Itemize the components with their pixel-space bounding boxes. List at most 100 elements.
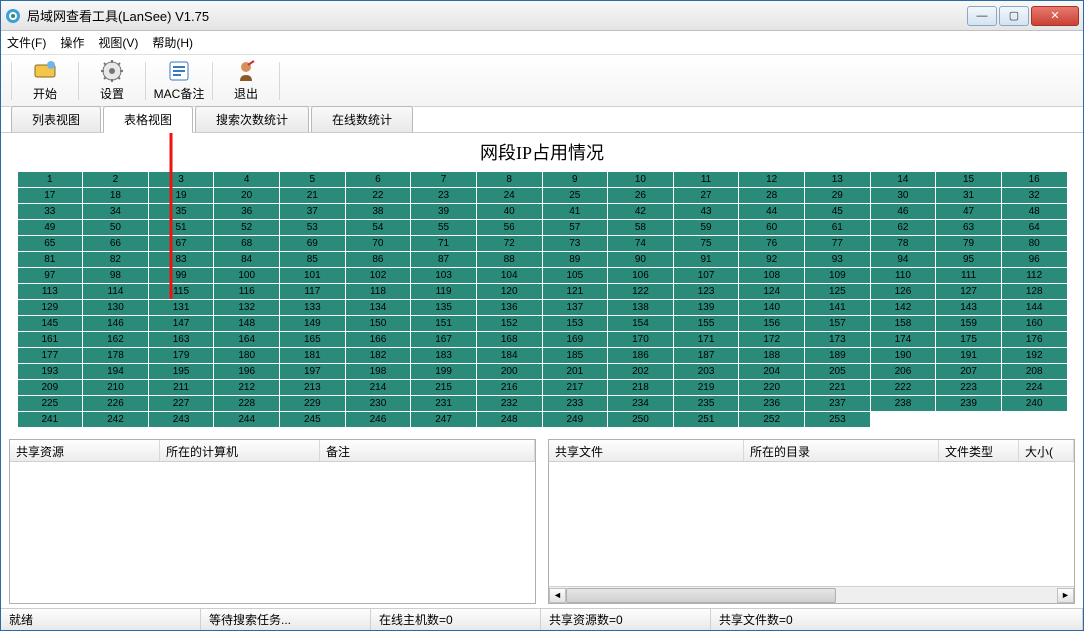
ip-cell[interactable]: 103 [411, 268, 476, 283]
ip-cell[interactable]: 47 [936, 204, 1001, 219]
ip-cell[interactable]: 9 [543, 172, 608, 187]
ip-cell[interactable]: 242 [83, 412, 148, 427]
ip-cell[interactable]: 52 [214, 220, 279, 235]
ip-cell[interactable]: 78 [871, 236, 936, 251]
ip-cell[interactable]: 37 [280, 204, 345, 219]
ip-cell[interactable]: 68 [214, 236, 279, 251]
ip-cell[interactable]: 159 [936, 316, 1001, 331]
ip-cell[interactable]: 44 [739, 204, 804, 219]
ip-cell[interactable]: 202 [608, 364, 673, 379]
tab-online-stats[interactable]: 在线数统计 [311, 106, 413, 132]
ip-cell[interactable]: 248 [477, 412, 542, 427]
ip-cell[interactable]: 93 [805, 252, 870, 267]
ip-cell[interactable]: 193 [18, 364, 83, 379]
ip-cell[interactable]: 43 [674, 204, 739, 219]
ip-cell[interactable]: 66 [83, 236, 148, 251]
ip-cell[interactable]: 146 [83, 316, 148, 331]
ip-cell[interactable]: 86 [346, 252, 411, 267]
ip-cell[interactable]: 222 [871, 380, 936, 395]
ip-cell[interactable]: 91 [674, 252, 739, 267]
ip-cell[interactable]: 195 [149, 364, 214, 379]
ip-cell[interactable]: 150 [346, 316, 411, 331]
ip-cell[interactable]: 24 [477, 188, 542, 203]
ip-cell[interactable]: 18 [83, 188, 148, 203]
tab-list-view[interactable]: 列表视图 [11, 106, 101, 132]
ip-cell[interactable]: 136 [477, 300, 542, 315]
ip-cell[interactable]: 253 [805, 412, 870, 427]
ip-cell[interactable]: 107 [674, 268, 739, 283]
ip-cell[interactable]: 181 [280, 348, 345, 363]
ip-cell[interactable]: 133 [280, 300, 345, 315]
ip-cell[interactable]: 38 [346, 204, 411, 219]
ip-cell[interactable]: 216 [477, 380, 542, 395]
ip-cell[interactable]: 125 [805, 284, 870, 299]
ip-cell[interactable]: 240 [1002, 396, 1067, 411]
ip-cell[interactable]: 118 [346, 284, 411, 299]
ip-cell[interactable]: 234 [608, 396, 673, 411]
ip-cell[interactable]: 177 [18, 348, 83, 363]
ip-cell[interactable]: 40 [477, 204, 542, 219]
ip-cell[interactable]: 154 [608, 316, 673, 331]
ip-cell[interactable]: 235 [674, 396, 739, 411]
ip-cell[interactable]: 108 [739, 268, 804, 283]
ip-cell[interactable]: 217 [543, 380, 608, 395]
ip-cell[interactable]: 83 [149, 252, 214, 267]
ip-cell[interactable]: 201 [543, 364, 608, 379]
ip-cell[interactable]: 172 [739, 332, 804, 347]
ip-cell[interactable]: 85 [280, 252, 345, 267]
ip-cell[interactable]: 245 [280, 412, 345, 427]
ip-cell[interactable]: 218 [608, 380, 673, 395]
tab-table-view[interactable]: 表格视图 [103, 106, 193, 133]
minimize-button[interactable]: — [967, 6, 997, 26]
ip-cell[interactable]: 2 [83, 172, 148, 187]
close-button[interactable]: ✕ [1031, 6, 1079, 26]
ip-cell[interactable]: 250 [608, 412, 673, 427]
ip-cell[interactable]: 20 [214, 188, 279, 203]
ip-cell[interactable]: 120 [477, 284, 542, 299]
ip-cell[interactable]: 135 [411, 300, 476, 315]
ip-cell[interactable]: 224 [1002, 380, 1067, 395]
ip-cell[interactable]: 54 [346, 220, 411, 235]
ip-cell[interactable]: 106 [608, 268, 673, 283]
ip-cell[interactable]: 126 [871, 284, 936, 299]
ip-cell[interactable]: 189 [805, 348, 870, 363]
ip-cell[interactable]: 17 [18, 188, 83, 203]
ip-cell[interactable]: 49 [18, 220, 83, 235]
ip-cell[interactable]: 16 [1002, 172, 1067, 187]
ip-cell[interactable]: 45 [805, 204, 870, 219]
ip-cell[interactable]: 122 [608, 284, 673, 299]
ip-cell[interactable]: 187 [674, 348, 739, 363]
ip-cell[interactable]: 30 [871, 188, 936, 203]
ip-cell[interactable]: 14 [871, 172, 936, 187]
ip-cell[interactable]: 237 [805, 396, 870, 411]
ip-cell[interactable]: 61 [805, 220, 870, 235]
ip-cell[interactable]: 95 [936, 252, 1001, 267]
ip-cell[interactable]: 194 [83, 364, 148, 379]
ip-cell[interactable]: 76 [739, 236, 804, 251]
ip-cell[interactable]: 42 [608, 204, 673, 219]
col-computer[interactable]: 所在的计算机 [160, 440, 320, 461]
ip-cell[interactable]: 174 [871, 332, 936, 347]
ip-cell[interactable]: 140 [739, 300, 804, 315]
ip-cell[interactable]: 34 [83, 204, 148, 219]
ip-cell[interactable]: 114 [83, 284, 148, 299]
ip-cell[interactable]: 162 [83, 332, 148, 347]
settings-button[interactable]: 设置 [81, 57, 143, 105]
ip-cell[interactable]: 180 [214, 348, 279, 363]
ip-cell[interactable]: 33 [18, 204, 83, 219]
ip-cell[interactable]: 244 [214, 412, 279, 427]
ip-cell[interactable]: 170 [608, 332, 673, 347]
ip-cell[interactable]: 73 [543, 236, 608, 251]
ip-cell[interactable]: 249 [543, 412, 608, 427]
ip-cell[interactable]: 158 [871, 316, 936, 331]
ip-cell[interactable]: 132 [214, 300, 279, 315]
ip-cell[interactable]: 168 [477, 332, 542, 347]
ip-cell[interactable]: 176 [1002, 332, 1067, 347]
ip-cell[interactable]: 155 [674, 316, 739, 331]
ip-cell[interactable]: 215 [411, 380, 476, 395]
ip-cell[interactable]: 182 [346, 348, 411, 363]
ip-cell[interactable]: 96 [1002, 252, 1067, 267]
ip-cell[interactable]: 90 [608, 252, 673, 267]
ip-cell[interactable]: 26 [608, 188, 673, 203]
ip-cell[interactable]: 186 [608, 348, 673, 363]
